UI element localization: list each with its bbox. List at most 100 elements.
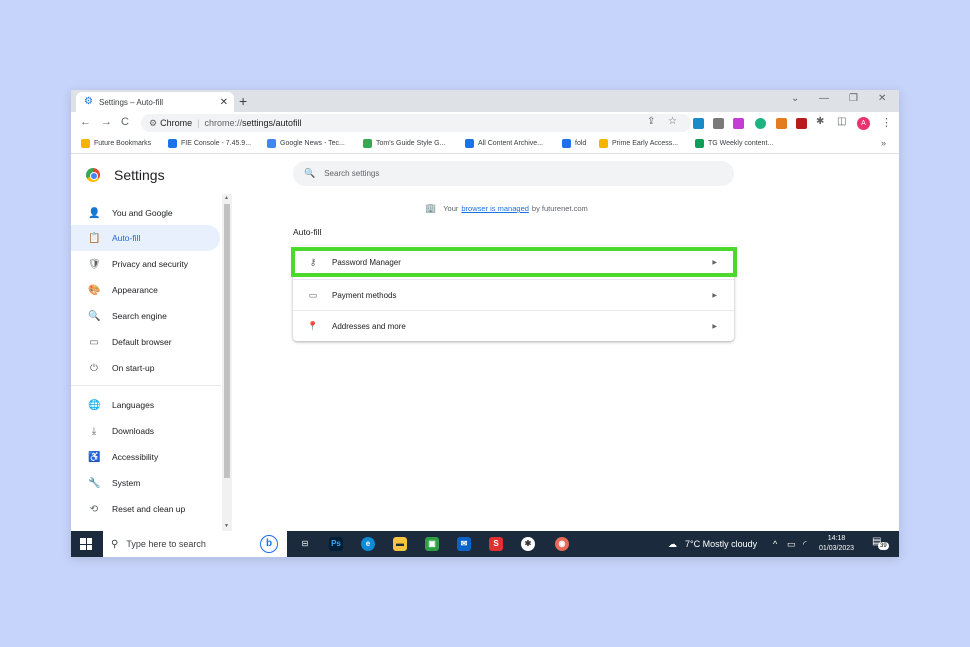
bookmark-item[interactable]: TG Weekly content... xyxy=(695,139,773,148)
chevron-right-icon: ▶ xyxy=(712,292,717,299)
sidebar-item-label: Appearance xyxy=(112,285,158,295)
bing-icon[interactable]: b xyxy=(260,535,278,553)
palette-icon: 🎨 xyxy=(88,284,101,296)
side-panel-icon[interactable]: ◫ xyxy=(837,116,846,127)
sidebar-divider xyxy=(71,385,221,386)
browser-managed-link[interactable]: browser is managed xyxy=(461,204,529,213)
bookmark-item[interactable]: FIE Console - 7.45.9... xyxy=(168,139,251,148)
new-tab-button[interactable]: + xyxy=(239,92,247,110)
sidebar-item-appearance[interactable]: 🎨 Appearance xyxy=(71,277,220,303)
weather-icon: ☁ xyxy=(668,539,677,549)
puzzle-icon[interactable]: ✱ xyxy=(816,116,824,127)
sidebar-item-accessibility[interactable]: ♿ Accessibility xyxy=(71,444,220,470)
reload-icon[interactable]: C xyxy=(121,115,129,129)
bookmark-item[interactable]: All Content Archive... xyxy=(465,139,543,148)
credit-card-icon: ▭ xyxy=(308,289,318,300)
bookmark-label: All Content Archive... xyxy=(478,140,543,147)
close-window-button[interactable]: ✕ xyxy=(878,93,886,104)
file-explorer-icon[interactable]: ▬ xyxy=(393,537,407,551)
managed-notice: 🏢 Your browser is managed by futurenet.c… xyxy=(425,203,588,214)
weather-text[interactable]: 7°C Mostly cloudy xyxy=(685,539,757,549)
person-icon: 👤 xyxy=(88,207,101,219)
more-menu-icon[interactable]: ⋮ xyxy=(881,116,892,129)
sidebar-item-search-engine[interactable]: 🔍 Search engine xyxy=(71,303,220,329)
bookmarks-bar: Future Bookmarks FIE Console - 7.45.9...… xyxy=(71,134,899,154)
globe-icon: 🌐 xyxy=(88,399,101,411)
minimize-button[interactable]: — xyxy=(819,93,829,104)
password-manager-row[interactable]: ⚷ Password Manager ▶ xyxy=(293,247,734,278)
extension-icon[interactable] xyxy=(755,118,766,129)
search-input[interactable]: 🔍 Search settings xyxy=(293,161,734,186)
scrollbar-thumb[interactable] xyxy=(224,204,230,478)
google-news-icon xyxy=(267,139,276,148)
search-icon: ⚲ xyxy=(111,538,119,550)
restore-button[interactable]: ❐ xyxy=(849,93,858,104)
search-icon: 🔍 xyxy=(88,310,101,322)
search-placeholder: Search settings xyxy=(324,169,380,178)
close-tab-icon[interactable]: ✕ xyxy=(220,97,228,108)
bookmark-item[interactable]: Prime Early Access... xyxy=(599,139,678,148)
edge-icon[interactable]: e xyxy=(361,537,375,551)
share-icon[interactable]: ⇪ xyxy=(647,116,655,127)
mail-icon[interactable]: ✉ xyxy=(457,537,471,551)
sidebar-item-reset[interactable]: ⟲ Reset and clean up xyxy=(71,496,220,522)
payment-methods-row[interactable]: ▭ Payment methods ▶ xyxy=(293,279,734,310)
sidebar-item-default-browser[interactable]: ▭ Default browser xyxy=(71,329,220,355)
bookmarks-overflow-icon[interactable]: » xyxy=(881,138,886,148)
app-icon[interactable]: S xyxy=(489,537,503,551)
notification-icon[interactable]: ▤ 39 xyxy=(872,536,889,551)
taskbar-clock[interactable]: 14:18 01/03/2023 xyxy=(819,534,854,554)
url-path: settings/autofill xyxy=(241,118,302,128)
autofill-card: ⚷ Password Manager ▶ ▭ Payment methods ▶… xyxy=(293,246,734,341)
building-icon: 🏢 xyxy=(425,203,437,213)
managed-prefix: Your xyxy=(443,204,459,213)
store-icon[interactable]: ▣ xyxy=(425,537,439,551)
address-bar[interactable]: ⚙ Chrome | chrome:// settings/autofill xyxy=(141,114,691,132)
tab-search-icon[interactable]: ⌄ xyxy=(791,93,799,104)
extension-icon[interactable] xyxy=(733,118,744,129)
sidebar-item-label: Privacy and security xyxy=(112,259,189,269)
sidebar-item-autofill[interactable]: 📋 Auto-fill xyxy=(71,225,220,251)
sidebar-item-label: Auto-fill xyxy=(112,233,141,243)
tab-settings-autofill[interactable]: ⚙ Settings – Auto-fill ✕ xyxy=(76,92,234,112)
slack-icon[interactable]: ✱ xyxy=(521,537,535,551)
bookmark-label: Google News - Tec... xyxy=(280,140,345,147)
extension-icon[interactable] xyxy=(693,118,704,129)
sidebar-item-label: Default browser xyxy=(112,337,172,347)
extension-icon[interactable] xyxy=(713,118,724,129)
scroll-up-icon[interactable]: ▲ xyxy=(224,195,229,201)
forward-arrow-icon[interactable]: → xyxy=(101,115,112,129)
battery-icon[interactable]: ▭ xyxy=(787,539,796,550)
addresses-row[interactable]: 📍 Addresses and more ▶ xyxy=(293,310,734,341)
clock-time: 14:18 xyxy=(827,535,846,542)
sidebar-item-downloads[interactable]: ⤓ Downloads xyxy=(71,418,220,444)
bookmark-label: TG Weekly content... xyxy=(708,140,774,147)
sidebar-item-label: System xyxy=(112,478,141,488)
sidebar-item-privacy[interactable]: 🛡 Privacy and security xyxy=(71,251,220,277)
windows-start-icon[interactable] xyxy=(80,538,92,550)
extension-icon[interactable] xyxy=(776,118,787,129)
wifi-icon[interactable]: ◜ xyxy=(803,539,807,550)
star-icon[interactable]: ☆ xyxy=(668,116,677,127)
shield-icon: 🛡 xyxy=(88,258,101,270)
extension-icon[interactable] xyxy=(796,118,807,129)
chevron-up-icon[interactable]: ^ xyxy=(773,539,777,549)
bookmark-item[interactable]: fold xyxy=(562,139,586,148)
sidebar-item-on-startup[interactable]: ⏻ On start-up xyxy=(71,355,220,381)
bookmark-item[interactable]: Future Bookmarks xyxy=(81,139,151,148)
bookmark-item[interactable]: Tom's Guide Style G... xyxy=(363,139,445,148)
sidebar-item-you-and-google[interactable]: 👤 You and Google xyxy=(71,200,220,226)
photoshop-icon[interactable]: Ps xyxy=(329,537,343,551)
settings-sidebar: 👤 You and Google 📋 Auto-fill 🛡 Privacy and … xyxy=(71,194,221,531)
task-view-icon[interactable]: ⊟ xyxy=(298,537,312,551)
sidebar-scrollbar[interactable]: ▲ ▼ xyxy=(222,194,232,531)
scroll-down-icon[interactable]: ▼ xyxy=(224,523,229,529)
back-arrow-icon[interactable]: ← xyxy=(80,115,91,129)
sidebar-item-languages[interactable]: 🌐 Languages xyxy=(71,392,220,418)
bookmark-item[interactable]: Google News - Tec... xyxy=(267,139,345,148)
chrome-taskbar-icon[interactable]: ◉ xyxy=(555,537,569,551)
bookmark-label: FIE Console - 7.45.9... xyxy=(181,140,252,147)
profile-avatar[interactable]: A xyxy=(857,117,870,130)
sidebar-item-system[interactable]: 🔧 System xyxy=(71,470,220,496)
taskbar-search-placeholder: Type here to search xyxy=(126,539,206,549)
